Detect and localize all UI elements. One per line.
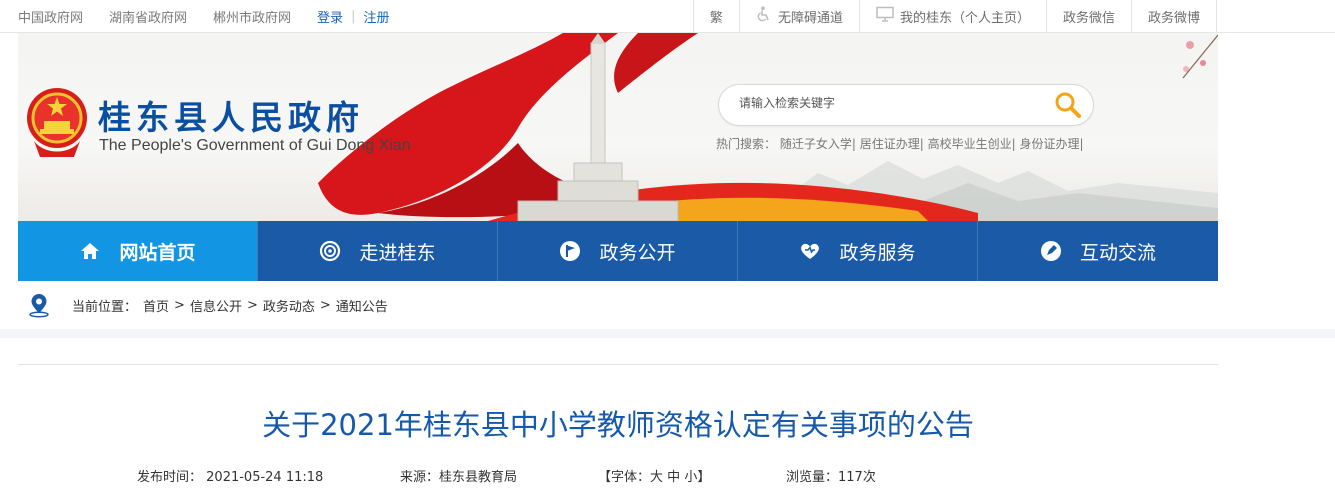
publish-value: 2021-05-24 11:18 [206, 470, 324, 485]
hot-sep: | [919, 137, 924, 151]
hot-sep: | [1079, 137, 1084, 151]
chat-icon [1040, 240, 1062, 262]
view-count: 浏览量：117次 [786, 466, 876, 485]
gov-weibo-link[interactable]: 政务微博 [1130, 0, 1217, 32]
source-label: 来源： [400, 470, 440, 485]
search-button[interactable] [1053, 91, 1083, 119]
nav-gov-affairs[interactable]: 政务公开 [498, 221, 738, 281]
publish-time: 发布时间： 2021-05-24 11:18 [137, 466, 323, 485]
breadcrumb: 当前位置： 首页 > 信息公开 > 政务动态 > 通知公告 [18, 281, 1218, 329]
site-title: 桂东县人民政府 [98, 98, 364, 137]
hot-sep: | [851, 137, 856, 151]
breadcrumb-sep: > [246, 297, 258, 313]
font-large-button[interactable]: 大 [650, 470, 663, 485]
breadcrumb-info[interactable]: 信息公开 [190, 296, 242, 315]
hot-search-item[interactable]: 高校毕业生创业 [928, 137, 1012, 151]
hot-search-item[interactable]: 居住证办理 [860, 137, 920, 151]
breadcrumb-home[interactable]: 首页 [143, 296, 169, 315]
search-box [718, 84, 1094, 126]
divider-strip [0, 329, 1335, 338]
accessibility-icon [756, 6, 772, 26]
top-bar: 中国政府网 湖南省政府网 郴州市政府网 登录 | 注册 繁 无障碍通道 我的桂东… [0, 0, 1335, 33]
search-input[interactable] [737, 95, 1041, 111]
main-nav: 网站首页 走进桂东 政务公开 政务服务 互动交流 [18, 221, 1218, 281]
breadcrumb-notice[interactable]: 通知公告 [336, 296, 388, 315]
hot-search-item[interactable]: 身份证办理 [1020, 137, 1080, 151]
nav-gov-affairs-label: 政务公开 [599, 241, 676, 264]
source-info: 来源：桂东县教育局 [400, 466, 517, 485]
home-icon [79, 240, 101, 262]
source-value: 桂东县教育局 [439, 470, 518, 485]
content-divider [18, 364, 1218, 365]
traditional-label: 繁 [709, 10, 723, 26]
views-value: 117次 [838, 470, 876, 485]
target-icon [319, 240, 341, 262]
accessibility-label: 无障碍通道 [777, 10, 843, 26]
breadcrumb-label: 当前位置： [72, 299, 138, 315]
header-banner: 桂东县人民政府 The People's Government of Gui D… [18, 33, 1218, 221]
nav-interaction[interactable]: 互动交流 [978, 221, 1218, 281]
login-link[interactable]: 登录 [317, 7, 343, 26]
nav-about[interactable]: 走进桂东 [258, 221, 498, 281]
traditional-chinese-toggle[interactable]: 繁 [692, 0, 739, 32]
font-size-control: 【字体：大 中 小】 [598, 466, 710, 485]
monitor-icon [876, 6, 894, 26]
hot-search-item[interactable]: 随迁子女入学 [780, 137, 852, 151]
views-label: 浏览量： [786, 470, 839, 485]
gov-wechat-link[interactable]: 政务微信 [1045, 0, 1131, 32]
top-links: 中国政府网 湖南省政府网 郴州市政府网 登录 | 注册 [18, 0, 397, 32]
nav-home-label: 网站首页 [119, 241, 196, 264]
breadcrumb-sep: > [319, 297, 331, 313]
nav-home[interactable]: 网站首页 [18, 221, 258, 281]
font-size-close: 】 [697, 470, 711, 485]
article-title: 关于2021年桂东县中小学教师资格认定有关事项的公告 [262, 408, 974, 442]
my-guidong-label: 我的桂东（个人主页） [899, 10, 1030, 26]
flag-icon [559, 240, 581, 262]
link-central-gov[interactable]: 中国政府网 [18, 7, 83, 26]
my-guidong-link[interactable]: 我的桂东（个人主页） [858, 0, 1046, 32]
heart-icon [799, 240, 821, 262]
site-subtitle: The People's Government of Gui Dong Xian [99, 137, 411, 154]
gov-weibo-label: 政务微博 [1147, 10, 1200, 26]
national-emblem-logo [27, 88, 87, 157]
register-link[interactable]: 注册 [363, 7, 389, 26]
search-icon [1055, 92, 1081, 118]
font-small-button[interactable]: 小 [684, 470, 697, 485]
nav-interaction-label: 互动交流 [1079, 241, 1156, 264]
breadcrumb-news[interactable]: 政务动态 [263, 296, 315, 315]
hot-sep: | [1011, 137, 1016, 151]
gov-wechat-label: 政务微信 [1062, 10, 1115, 26]
top-right-links: 繁 无障碍通道 我的桂东（个人主页） 政务微信 政务微博 [692, 0, 1217, 32]
location-pin-icon [29, 294, 49, 318]
link-chenzhou-gov[interactable]: 郴州市政府网 [213, 7, 291, 26]
font-size-open: 【字体： [598, 470, 651, 485]
nav-gov-services-label: 政务服务 [839, 241, 916, 264]
publish-label: 发布时间： [137, 470, 203, 485]
breadcrumb-sep: > [174, 297, 185, 313]
hot-search-label: 热门搜索： [716, 137, 777, 151]
nav-gov-services[interactable]: 政务服务 [738, 221, 978, 281]
accessibility-link[interactable]: 无障碍通道 [738, 0, 859, 32]
link-hunan-gov[interactable]: 湖南省政府网 [109, 7, 187, 26]
hot-search: 热门搜索： 随迁子女入学| 居住证办理| 高校毕业生创业| 身份证办理| [716, 135, 1084, 152]
nav-about-label: 走进桂东 [359, 241, 436, 264]
font-medium-button[interactable]: 中 [667, 470, 680, 485]
auth-separator: | [351, 8, 356, 24]
